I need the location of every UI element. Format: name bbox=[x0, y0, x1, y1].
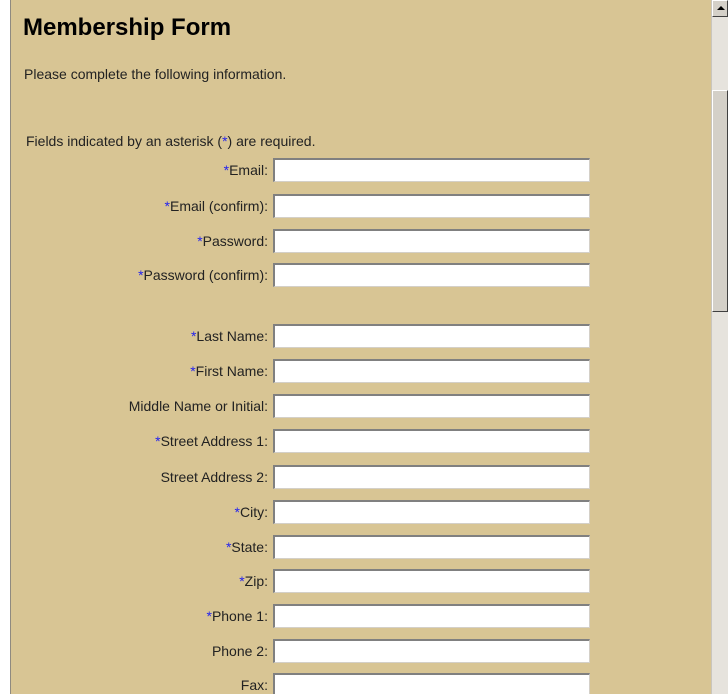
password-row: *Password: bbox=[11, 229, 711, 253]
phone-2-row: Phone 2: bbox=[11, 639, 711, 663]
page-title: Membership Form bbox=[23, 14, 232, 41]
middle-name-label: Middle Name or Initial: bbox=[128, 398, 268, 414]
required-fields-note: Fields indicated by an asterisk (*) are … bbox=[26, 133, 315, 149]
phone-1-field[interactable] bbox=[273, 604, 590, 628]
zip-field[interactable] bbox=[273, 569, 590, 593]
required-note-prefix: Fields indicated by an asterisk ( bbox=[26, 133, 223, 149]
password-label: *Password: bbox=[197, 233, 268, 249]
middle-name-row: Middle Name or Initial: bbox=[11, 394, 711, 418]
city-label: *City: bbox=[234, 504, 268, 520]
fax-row: Fax: bbox=[11, 673, 711, 694]
street-address-2-row: Street Address 2: bbox=[11, 465, 711, 489]
email-confirm-row: *Email (confirm): bbox=[11, 194, 711, 218]
password-field[interactable] bbox=[273, 229, 590, 253]
vertical-scrollbar[interactable] bbox=[711, 0, 728, 694]
street-address-1-field[interactable] bbox=[273, 429, 590, 453]
password-confirm-row: *Password (confirm): bbox=[11, 263, 711, 287]
state-label: *State: bbox=[225, 539, 268, 555]
email-label: *Email: bbox=[223, 162, 268, 178]
street-address-1-row: *Street Address 1: bbox=[11, 429, 711, 453]
city-row: *City: bbox=[11, 500, 711, 524]
street-address-1-label: *Street Address 1: bbox=[155, 433, 268, 449]
email-row: *Email: bbox=[11, 158, 711, 182]
last-name-row: *Last Name: bbox=[11, 324, 711, 348]
scroll-up-button[interactable] bbox=[712, 0, 728, 17]
last-name-label: *Last Name: bbox=[190, 328, 268, 344]
state-field[interactable] bbox=[273, 535, 590, 559]
intro-text: Please complete the following informatio… bbox=[24, 66, 287, 82]
fax-label: Fax: bbox=[240, 677, 268, 693]
last-name-field[interactable] bbox=[273, 324, 590, 348]
first-name-label: *First Name: bbox=[190, 363, 268, 379]
city-field[interactable] bbox=[273, 500, 590, 524]
password-confirm-field[interactable] bbox=[273, 263, 590, 287]
zip-row: *Zip: bbox=[11, 569, 711, 593]
email-field[interactable] bbox=[273, 158, 590, 182]
phone-2-field[interactable] bbox=[273, 639, 590, 663]
middle-name-field[interactable] bbox=[273, 394, 590, 418]
first-name-row: *First Name: bbox=[11, 359, 711, 383]
first-name-field[interactable] bbox=[273, 359, 590, 383]
email-confirm-field[interactable] bbox=[273, 194, 590, 218]
state-row: *State: bbox=[11, 535, 711, 559]
street-address-2-field[interactable] bbox=[273, 465, 590, 489]
phone-1-label: *Phone 1: bbox=[206, 608, 268, 624]
password-confirm-label: *Password (confirm): bbox=[138, 267, 268, 283]
phone-2-label: Phone 2: bbox=[211, 643, 268, 659]
street-address-2-label: Street Address 2: bbox=[160, 469, 268, 485]
membership-form-panel: Membership Form Please complete the foll… bbox=[11, 0, 711, 694]
fax-field[interactable] bbox=[273, 673, 590, 694]
email-confirm-label: *Email (confirm): bbox=[164, 198, 268, 214]
arrow-up-icon bbox=[717, 6, 725, 10]
scrollbar-thumb[interactable] bbox=[712, 90, 728, 312]
zip-label: *Zip: bbox=[239, 573, 268, 589]
phone-1-row: *Phone 1: bbox=[11, 604, 711, 628]
required-note-suffix: ) are required. bbox=[227, 133, 316, 149]
